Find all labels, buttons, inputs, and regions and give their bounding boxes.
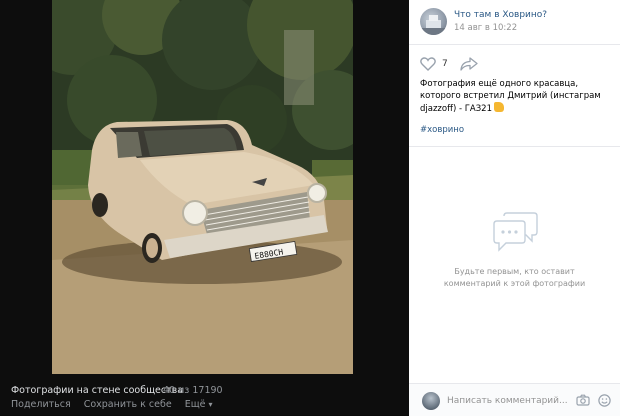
album-title[interactable]: Фотографии на стене сообщества — [11, 385, 183, 396]
share-button[interactable] — [460, 57, 478, 71]
like-count: 7 — [442, 59, 448, 69]
info-panel: Что там в Ховрино? 14 авг в 10:22 7 Фото… — [409, 0, 620, 416]
photo-viewer: Е880СН Фотографии на стене сообщества 40… — [0, 0, 409, 415]
more-label: Ещё — [184, 399, 206, 410]
heart-icon — [420, 57, 436, 71]
community-name[interactable]: Что там в Ховрино? — [454, 10, 547, 20]
viewer-actions: Поделиться Сохранить к себе Ещё ▾ — [11, 399, 213, 410]
post-caption: Фотография ещё одного красавца, которого… — [420, 78, 617, 115]
photo[interactable]: Е880СН — [52, 0, 353, 374]
building-icon — [420, 15, 447, 35]
smile-icon[interactable] — [598, 394, 611, 407]
caption-text: Фотография ещё одного красавца, которого… — [420, 79, 601, 114]
empty-comments-line2: комментарий к этой фотографии — [443, 279, 586, 288]
hand-emoji-icon — [494, 102, 504, 112]
comments-bubbles-icon — [492, 212, 538, 252]
share-arrow-icon — [460, 57, 478, 71]
more-menu[interactable]: Ещё ▾ — [185, 399, 213, 410]
empty-comments-line1: Будьте первым, кто оставит — [454, 267, 575, 276]
camera-icon[interactable] — [576, 394, 590, 406]
post-date[interactable]: 14 авг в 10:22 — [454, 23, 517, 33]
community-avatar[interactable] — [420, 8, 447, 35]
viewer-footer: Фотографии на стене сообщества 40 из 171… — [0, 383, 409, 415]
post-header: Что там в Ховрино? 14 авг в 10:22 — [409, 0, 620, 45]
post-actions: 7 — [420, 55, 478, 73]
empty-comments: Будьте первым, кто оставит комментарий к… — [409, 212, 620, 290]
share-link[interactable]: Поделиться — [11, 399, 71, 410]
comment-input[interactable] — [447, 393, 567, 409]
divider — [409, 146, 620, 147]
like-button[interactable]: 7 — [420, 57, 448, 71]
empty-comments-text: Будьте первым, кто оставит комментарий к… — [409, 266, 620, 290]
save-to-me-link[interactable]: Сохранить к себе — [84, 399, 172, 410]
comment-bar — [409, 383, 620, 416]
chevron-down-icon: ▾ — [208, 400, 213, 409]
user-avatar[interactable] — [422, 392, 440, 410]
hashtag-link[interactable]: #ховрино — [420, 125, 464, 135]
photo-counter: 40 из 17190 — [163, 385, 223, 396]
